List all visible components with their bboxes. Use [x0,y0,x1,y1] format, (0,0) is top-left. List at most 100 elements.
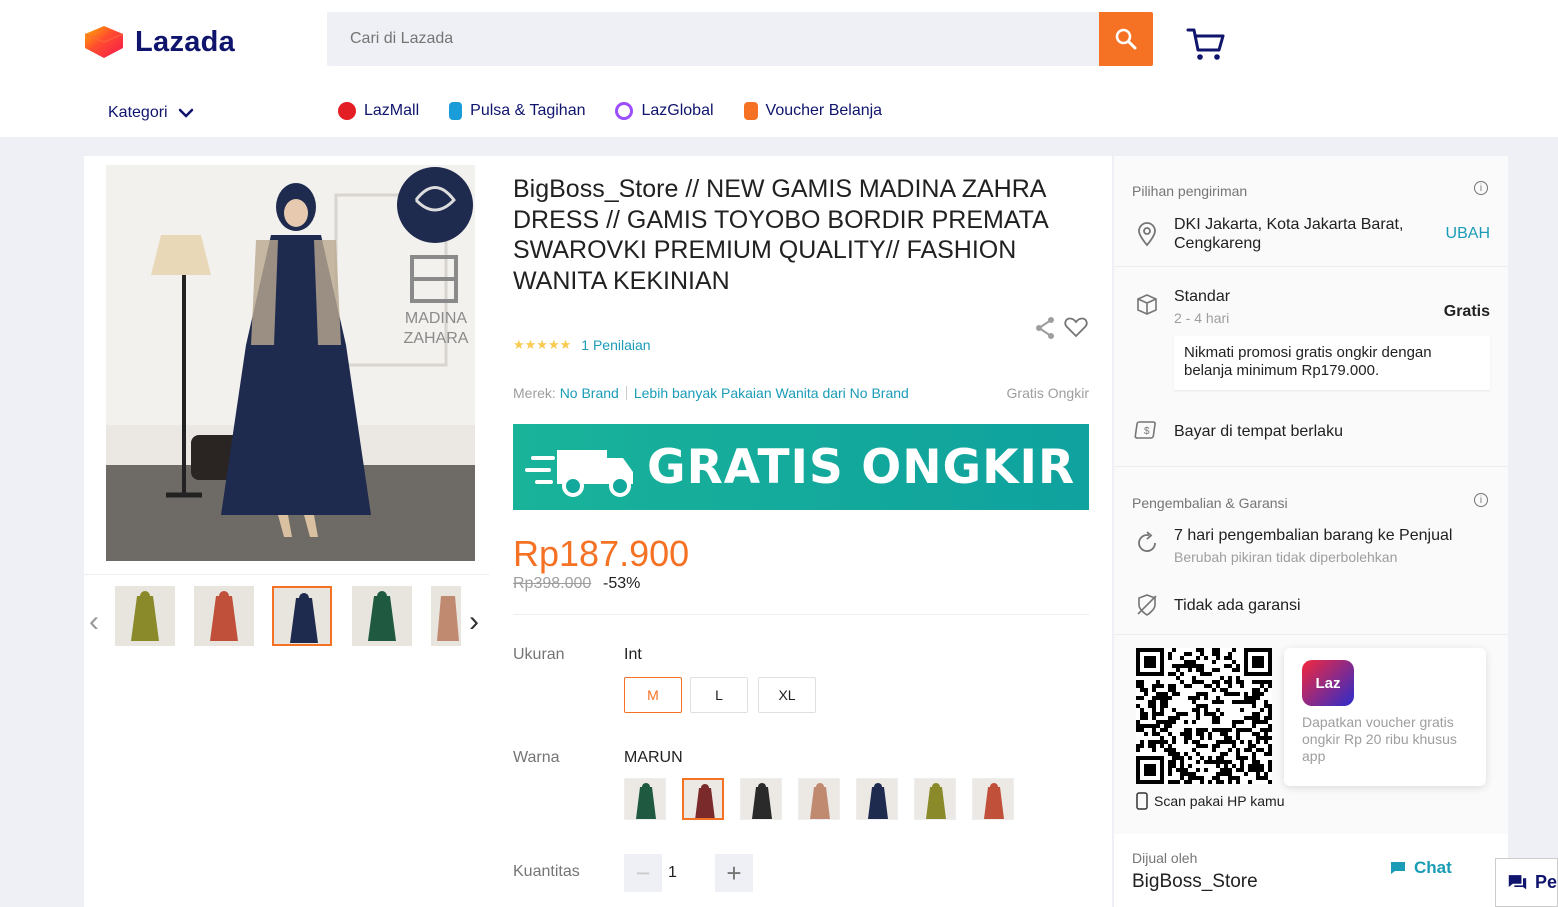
delivery-truck-icon [525,450,633,497]
nav-pulsa-tagihan[interactable]: Pulsa & Tagihan [449,102,585,120]
cash-on-delivery-icon: $ [1134,421,1156,439]
info-icon[interactable]: i [1474,493,1488,507]
size-option-l[interactable]: L [690,677,748,713]
brand-row: Merek: No Brand Lebih banyak Pakaian Wan… [513,385,1089,401]
product-title: BigBoss_Store // NEW GAMIS MADINA ZAHRA … [513,175,1048,295]
thumb-prev-icon[interactable]: ‹ [89,605,99,639]
divider [1114,634,1508,635]
color-swatch[interactable] [798,778,840,820]
category-dropdown[interactable]: Kategori [108,104,194,122]
change-location-link[interactable]: UBAH [1446,225,1490,243]
quantity-decrease-button[interactable]: − [624,854,662,892]
color-swatch[interactable] [972,778,1014,820]
thumbnail-active[interactable] [272,586,332,646]
nav-label: Voucher Belanja [765,102,883,119]
size-option-xl[interactable]: XL [758,677,816,713]
standard-delivery-price: Gratis [1443,303,1490,320]
floating-chat-label: Pe [1534,872,1557,892]
color-label: Warna [513,749,560,766]
color-swatch[interactable] [856,778,898,820]
nav-lazglobal[interactable]: LazGlobal [615,102,714,120]
return-arrow-icon [1138,531,1156,552]
lazada-heart-icon [84,26,124,58]
discount-percent: -53% [603,575,641,592]
share-icon[interactable] [1034,316,1056,340]
thumb-next-icon[interactable]: › [469,605,479,639]
thumbnail[interactable] [194,586,254,646]
size-option-m[interactable]: M [624,677,682,713]
more-from-brand-link[interactable]: Lebih banyak Pakaian Wanita dari No Bran… [634,385,909,401]
chevron-down-icon [178,108,193,118]
size-label: Ukuran [513,646,565,663]
app-promo-text: Dapatkan voucher gratis ongkir Rp 20 rib… [1302,714,1457,764]
scan-hint: Scan pakai HP kamu [1136,792,1284,810]
thumbnail[interactable] [352,586,412,646]
product-photo: MADINA ZAHARA [106,165,475,561]
scan-text: Scan pakai HP kamu [1154,793,1285,809]
banner-text: GRATIS ONGKIR [647,440,1076,495]
brand-link[interactable]: No Brand [560,385,619,401]
chat-bubble-icon [1391,862,1405,874]
cod-text: Bayar di tempat berlaku [1174,423,1343,440]
quantity-increase-button[interactable]: + [715,854,753,892]
brand-label: Merek: [513,385,556,401]
lazmall-icon [338,102,356,120]
delivery-location: DKI Jakarta, Kota Jakarta Barat, Cengkar… [1174,216,1404,252]
seller-name[interactable]: BigBoss_Store [1132,871,1258,893]
wishlist-heart-icon[interactable] [1064,316,1088,338]
thumbnail[interactable] [431,586,461,646]
chat-seller-button[interactable]: Chat [1390,858,1452,878]
location-pin-icon [1138,222,1156,247]
seller-section: Dijual oleh BigBoss_Store Chat [1114,834,1508,907]
messages-icon [1508,874,1527,889]
size-value: Int [624,646,642,663]
search-input[interactable] [327,12,1099,66]
product-panel: MADINA ZAHARA ‹ › BigBoss_Store // NEW G… [84,156,1112,907]
delivery-box-icon [1137,294,1157,315]
voucher-icon [743,102,758,120]
quantity-label: Kuantitas [513,863,580,880]
thumbnail-strip: ‹ › [84,574,489,654]
product-main-image[interactable]: MADINA ZAHARA [106,165,475,561]
divider [625,386,627,400]
image-brand-text: MADINA [405,310,468,327]
rating-row: ★★★★★ 1 Penilaian [513,337,651,353]
cart-icon[interactable] [1186,26,1226,62]
nav-lazmall[interactable]: LazMall [338,102,419,120]
return-policy: 7 hari pengembalian barang ke Penjual [1174,527,1453,544]
color-swatch[interactable] [740,778,782,820]
app-promo-card[interactable]: Laz Dapatkan voucher gratis ongkir Rp 20… [1284,648,1486,786]
color-value: MARUN [624,749,683,766]
thumbnail[interactable] [115,586,175,646]
lazglobal-icon [615,102,634,120]
nav-label: LazGlobal [641,102,714,119]
nav-voucher[interactable]: Voucher Belanja [743,102,883,120]
color-swatch[interactable] [624,778,666,820]
rating-count-link[interactable]: 1 Penilaian [581,337,650,353]
chat-label: Chat [1414,858,1452,877]
site-header: Lazada Kategori LazMall Pulsa & Tagihan [0,0,1558,137]
nav-label: Pulsa & Tagihan [470,102,586,119]
warranty-text: Tidak ada garansi [1174,597,1301,614]
delivery-sidebar: Pilihan pengiriman i DKI Jakarta, Kota J… [1114,156,1508,907]
delivery-heading: Pilihan pengiriman [1132,183,1248,199]
standard-delivery-label: Standar [1174,288,1231,305]
lazada-logo[interactable]: Lazada [83,24,235,60]
free-shipping-promo: Nikmati promosi gratis ongkir dengan bel… [1174,336,1490,390]
info-icon[interactable]: i [1474,181,1488,195]
standard-delivery-days: 2 - 4 hari [1174,310,1230,326]
quantity-value[interactable]: 1 [668,864,677,882]
svg-text:ZAHARA: ZAHARA [404,330,469,347]
sold-by-label: Dijual oleh [1132,850,1198,866]
nav-label: LazMall [364,102,420,119]
color-swatch[interactable] [914,778,956,820]
rating-stars-icon: ★★★★★ [513,337,572,352]
logo-text: Lazada [135,25,236,58]
phone-icon [1136,792,1148,810]
qr-code-image [1136,648,1272,784]
divider [1114,266,1508,267]
color-swatch[interactable] [682,778,724,820]
return-policy-note: Berubah pikiran tidak diperbolehkan [1174,549,1398,565]
floating-chat-button[interactable]: Pe [1495,858,1558,907]
search-button[interactable] [1099,12,1153,66]
